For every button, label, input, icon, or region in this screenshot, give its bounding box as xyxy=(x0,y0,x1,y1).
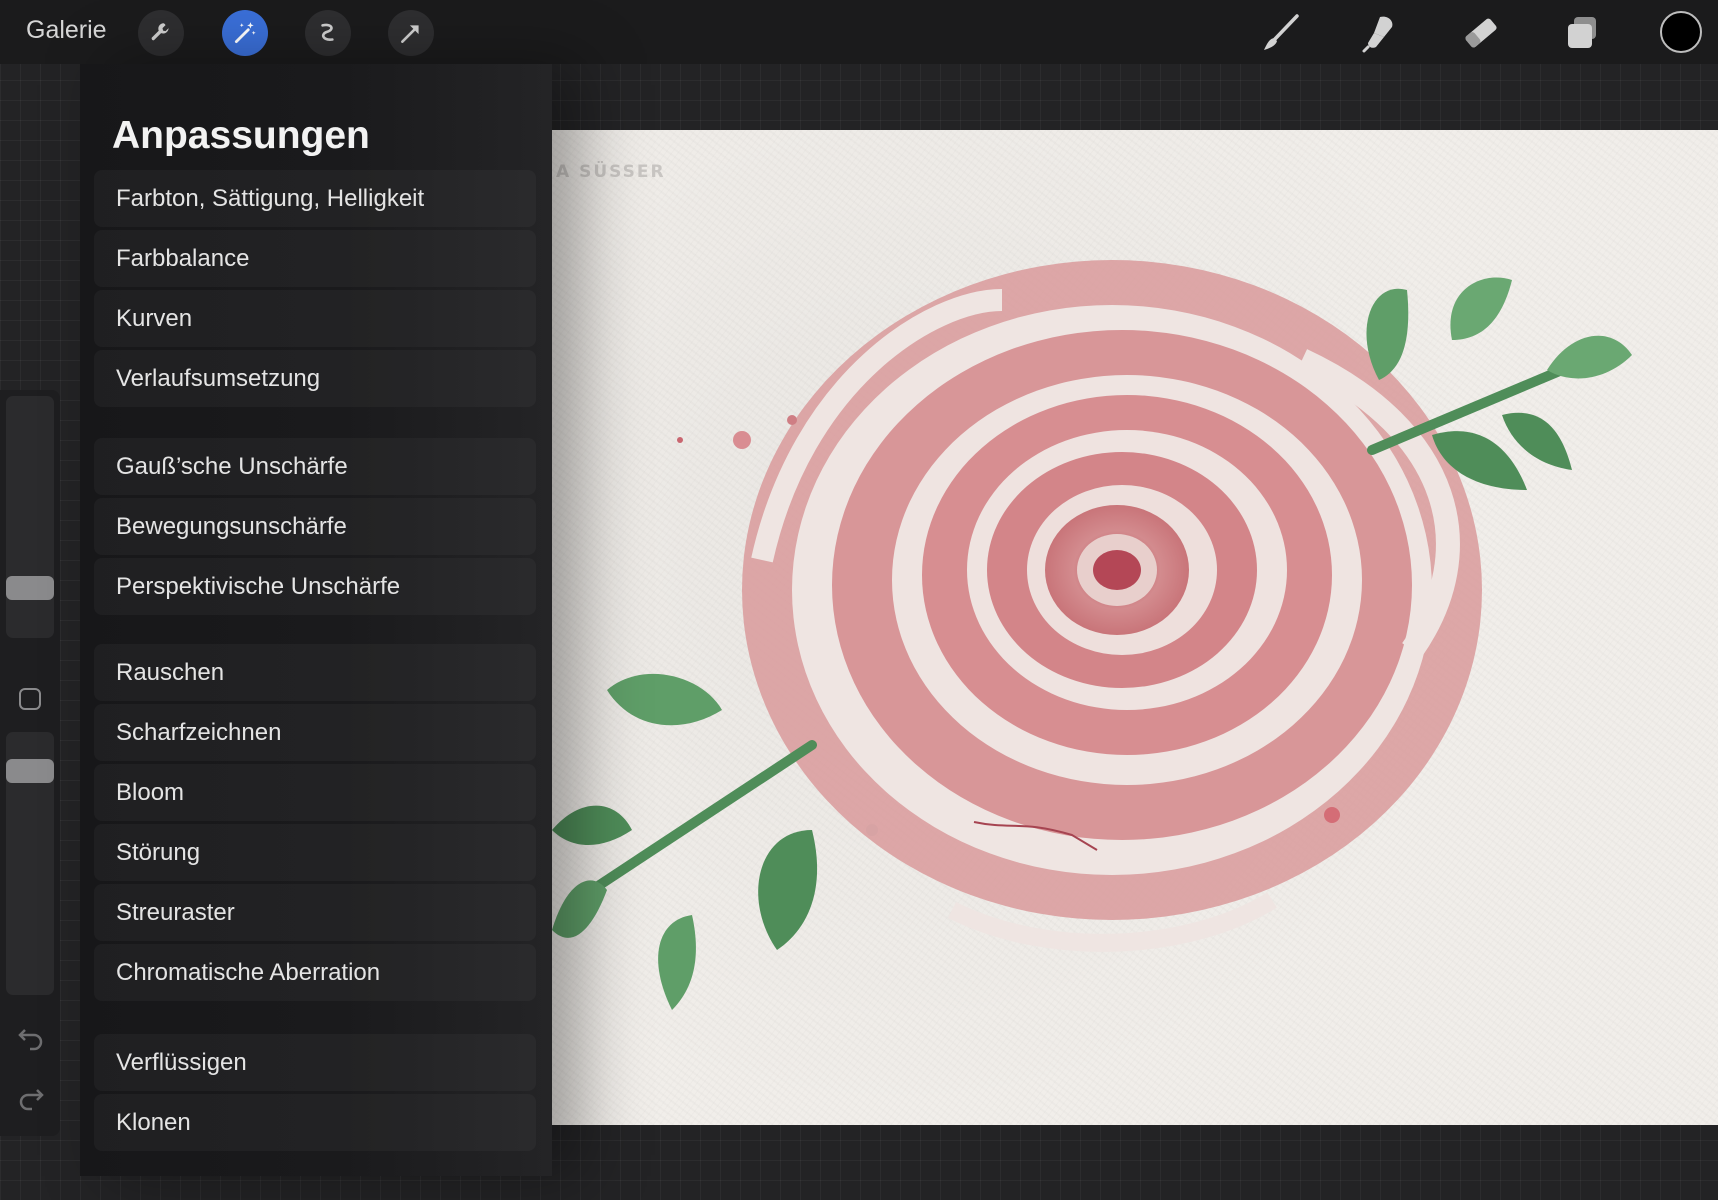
modify-button[interactable] xyxy=(19,688,41,710)
menu-item-liquify[interactable]: Verflüssigen xyxy=(94,1034,536,1091)
adjustments-group-tools: Verflüssigen Klonen xyxy=(94,1034,536,1154)
wrench-icon xyxy=(148,20,174,46)
magic-wand-icon xyxy=(232,20,258,46)
menu-item-sharpen[interactable]: Scharfzeichnen xyxy=(94,704,536,761)
transform-arrow-icon xyxy=(398,20,424,46)
menu-item-curves[interactable]: Kurven xyxy=(94,290,536,347)
actions-wrench-button[interactable] xyxy=(138,10,184,56)
undo-icon xyxy=(16,1029,46,1056)
smudge-button[interactable] xyxy=(1355,8,1405,58)
selection-icon xyxy=(315,20,341,46)
opacity-thumb[interactable] xyxy=(6,759,54,783)
eraser-button[interactable] xyxy=(1456,8,1506,58)
adjustments-button[interactable] xyxy=(222,10,268,56)
rose-artwork xyxy=(552,260,1632,1010)
menu-item-noise[interactable]: Rauschen xyxy=(94,644,536,701)
undo-button[interactable] xyxy=(16,1022,46,1052)
brush-size-slider[interactable] xyxy=(6,396,54,638)
panel-title: Anpassungen xyxy=(112,114,370,157)
adjustments-panel: Anpassungen Farbton, Sättigung, Helligke… xyxy=(80,64,552,1176)
menu-item-bloom[interactable]: Bloom xyxy=(94,764,536,821)
selection-button[interactable] xyxy=(305,10,351,56)
adjustments-group-color: Farbton, Sättigung, Helligkeit Farbbalan… xyxy=(94,170,536,410)
brush-size-thumb[interactable] xyxy=(6,576,54,600)
layers-button[interactable] xyxy=(1557,8,1607,58)
menu-item-perspective-blur[interactable]: Perspektivische Unschärfe xyxy=(94,558,536,615)
menu-item-hue-saturation-brightness[interactable]: Farbton, Sättigung, Helligkeit xyxy=(94,170,536,227)
adjustments-group-blur: Gauß’sche Unschärfe Bewegungsunschärfe P… xyxy=(94,438,536,618)
drawing-canvas[interactable]: A SÜSSER xyxy=(552,130,1718,1125)
color-picker-button[interactable] xyxy=(1660,11,1702,53)
redo-button[interactable] xyxy=(16,1082,46,1112)
menu-item-clone[interactable]: Klonen xyxy=(94,1094,536,1151)
menu-item-halftone[interactable]: Streuraster xyxy=(94,884,536,941)
eraser-icon xyxy=(1459,11,1503,55)
redo-icon xyxy=(16,1089,46,1116)
menu-item-gradient-map[interactable]: Verlaufsumsetzung xyxy=(94,350,536,407)
brush-button[interactable] xyxy=(1256,8,1306,58)
transform-button[interactable] xyxy=(388,10,434,56)
menu-item-chromatic-aberration[interactable]: Chromatische Aberration xyxy=(94,944,536,1001)
layers-icon xyxy=(1560,11,1604,55)
menu-item-glitch[interactable]: Störung xyxy=(94,824,536,881)
brush-icon xyxy=(1259,11,1303,55)
menu-item-motion-blur[interactable]: Bewegungsunschärfe xyxy=(94,498,536,555)
top-toolbar: Galerie xyxy=(0,0,1718,64)
gallery-button[interactable]: Galerie xyxy=(26,16,107,45)
menu-item-color-balance[interactable]: Farbbalance xyxy=(94,230,536,287)
adjustments-group-effects: Rauschen Scharfzeichnen Bloom Störung St… xyxy=(94,644,536,1004)
menu-item-gaussian-blur[interactable]: Gauß’sche Unschärfe xyxy=(94,438,536,495)
smudge-icon xyxy=(1358,11,1402,55)
left-sidebar xyxy=(0,390,60,1136)
